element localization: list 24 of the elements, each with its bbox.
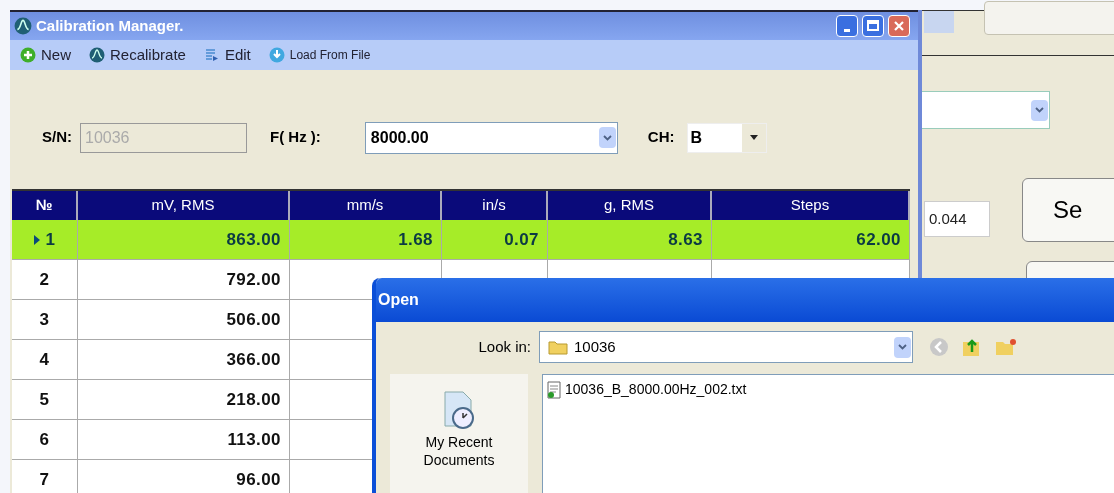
table-cell-text: 1.68 xyxy=(398,228,433,251)
table-cell-text: 6 xyxy=(39,428,50,451)
table-cell-text: 5 xyxy=(39,388,50,411)
table-cell-text: 863.00 xyxy=(226,228,281,251)
table-cell-text: 506.00 xyxy=(226,308,281,331)
table-cell-text: 62.00 xyxy=(856,228,901,251)
table-cell-text: 366.00 xyxy=(226,348,281,371)
table-cell-text: 96.00 xyxy=(236,468,281,491)
table-cell-text: 4 xyxy=(39,348,50,371)
table-cell-text: 218.00 xyxy=(226,388,281,411)
table-cell-text: 8.63 xyxy=(668,228,703,251)
table-cell-text: 7 xyxy=(39,468,50,491)
table-cell-text: 2 xyxy=(39,268,50,291)
serial-label: S/N: xyxy=(42,127,72,148)
table-cell-text: 113.00 xyxy=(227,428,281,451)
frequency-label: F( Hz ): xyxy=(270,127,321,148)
channel-label: CH: xyxy=(647,127,675,148)
window-title: Calibration Manager. xyxy=(36,15,185,36)
table-cell-text: 1 xyxy=(45,228,56,251)
dialog-title: Open xyxy=(378,290,419,310)
look-in-label: Look in: xyxy=(477,336,532,357)
table-cell-text: 0.07 xyxy=(504,228,539,251)
table-cell-text: 792.00 xyxy=(226,268,281,291)
table-cell-text: 3 xyxy=(39,308,50,331)
